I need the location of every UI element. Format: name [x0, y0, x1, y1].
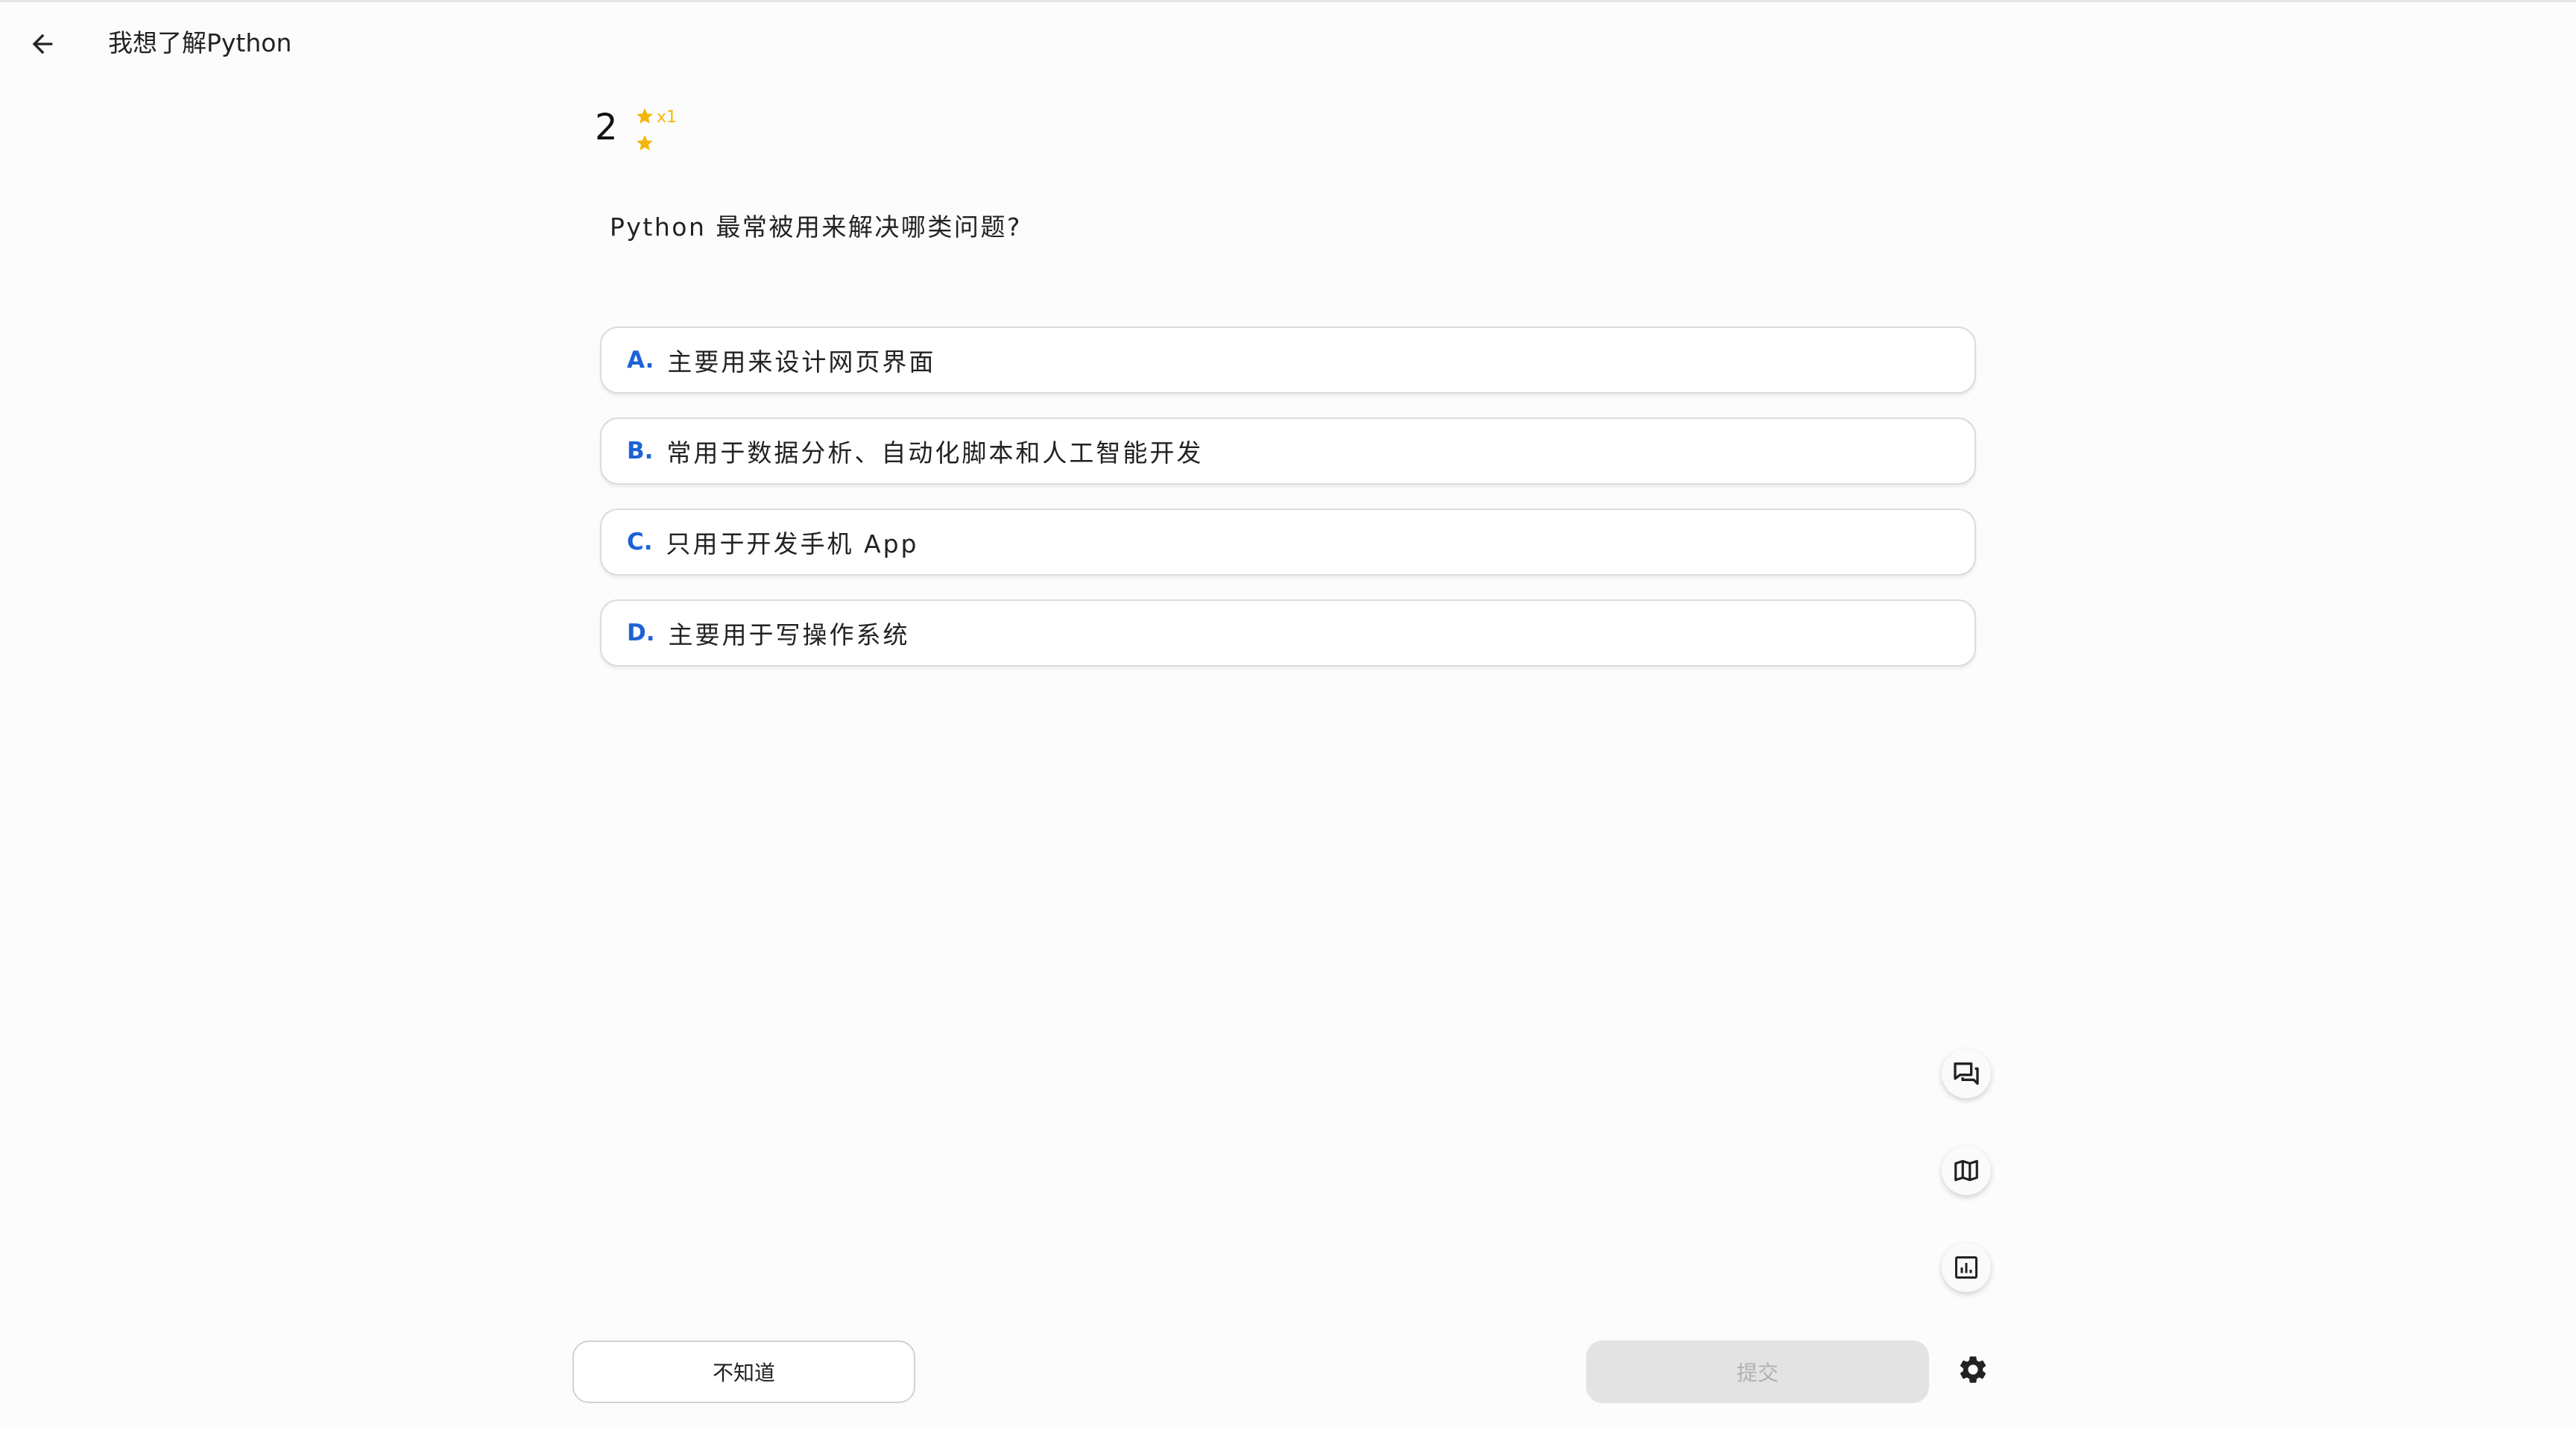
question-number: 2	[595, 107, 618, 148]
option-text: 主要用于写操作系统	[668, 620, 910, 649]
page-title: 我想了解Python	[108, 28, 292, 57]
option-text: 常用于数据分析、自动化脚本和人工智能开发	[666, 438, 1204, 467]
option-b[interactable]: B. 常用于数据分析、自动化脚本和人工智能开发	[600, 418, 1976, 485]
dont-know-button[interactable]: 不知道	[572, 1341, 915, 1403]
question-text: Python 最常被用来解决哪类问题?	[610, 212, 1022, 242]
top-divider	[0, 0, 2576, 2]
option-a[interactable]: A. 主要用来设计网页界面	[600, 327, 1976, 394]
star-multiplier: x1	[657, 107, 678, 127]
map-button[interactable]	[1942, 1146, 1991, 1195]
arrow-left-icon	[32, 34, 53, 54]
settings-button[interactable]	[1950, 1346, 1996, 1393]
option-text: 只用于开发手机 App	[666, 529, 919, 558]
report-icon	[1955, 1256, 1977, 1279]
star-icon	[637, 135, 653, 151]
option-letter: C.	[627, 529, 653, 555]
map-icon	[1954, 1159, 1978, 1182]
option-d[interactable]: D. 主要用于写操作系统	[600, 599, 1976, 667]
option-letter: B.	[627, 438, 654, 464]
option-text: 主要用来设计网页界面	[667, 347, 936, 377]
option-letter: D.	[627, 620, 655, 646]
star-icon	[637, 108, 653, 124]
question-stars: x1	[635, 103, 677, 157]
option-letter: A.	[627, 347, 654, 374]
chat-button[interactable]	[1942, 1049, 1991, 1098]
gear-icon	[1960, 1356, 1986, 1383]
submit-button[interactable]: 提交	[1586, 1341, 1929, 1403]
option-c[interactable]: C. 只用于开发手机 App	[600, 508, 1976, 576]
chat-icon	[1954, 1062, 1979, 1085]
back-button[interactable]	[21, 22, 64, 66]
options-list: A. 主要用来设计网页界面 B. 常用于数据分析、自动化脚本和人工智能开发 C.…	[600, 327, 1976, 690]
report-button[interactable]	[1942, 1243, 1991, 1292]
